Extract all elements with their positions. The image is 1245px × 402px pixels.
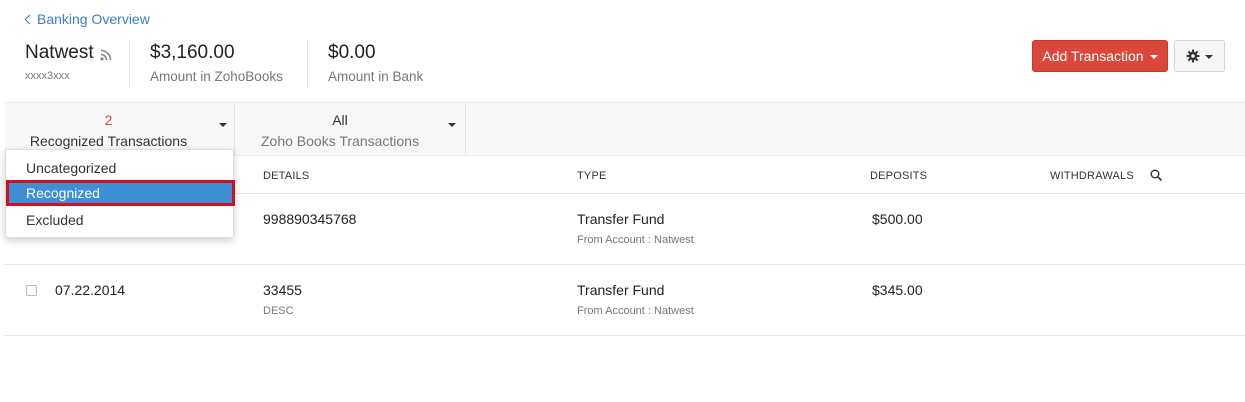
caret-down-icon bbox=[1149, 55, 1158, 59]
row-details: 998890345768 bbox=[263, 211, 357, 227]
amount-zohobooks: $3,160.00 Amount in ZohoBooks bbox=[150, 42, 283, 84]
filter-label: Zoho Books Transactions bbox=[261, 133, 419, 149]
column-header-type: TYPE bbox=[577, 170, 607, 182]
filter-count: 2 bbox=[104, 112, 113, 128]
caret-down-icon[interactable] bbox=[219, 123, 227, 127]
search-icon[interactable] bbox=[1150, 169, 1162, 181]
amount-bank: $0.00 Amount in Bank bbox=[328, 42, 423, 84]
row-type: Transfer Fund bbox=[577, 282, 665, 298]
filter-zoho-books-transactions[interactable]: All Zoho Books Transactions bbox=[235, 103, 445, 155]
column-header-withdrawals: WITHDRAWALS bbox=[1050, 170, 1134, 182]
amount-label: Amount in ZohoBooks bbox=[150, 69, 283, 84]
amount-label: Amount in Bank bbox=[328, 69, 424, 84]
header-divider bbox=[307, 40, 308, 88]
row-deposit: $500.00 bbox=[872, 211, 923, 227]
header-divider bbox=[129, 40, 130, 88]
breadcrumb-back-link[interactable]: Banking Overview bbox=[24, 11, 150, 27]
row-deposit: $345.00 bbox=[872, 282, 923, 298]
account-name: Natwest bbox=[25, 42, 94, 63]
menu-item-recognized[interactable]: Recognized bbox=[6, 180, 235, 206]
row-type-sub: From Account : Natwest bbox=[577, 234, 694, 246]
account-number: xxxx3xxx bbox=[25, 70, 70, 82]
amount-value: $3,160.00 bbox=[150, 42, 235, 63]
row-checkbox[interactable] bbox=[26, 285, 37, 296]
filter-divider bbox=[465, 103, 466, 155]
caret-down-icon[interactable] bbox=[448, 123, 456, 127]
chevron-left-icon bbox=[24, 14, 35, 25]
breadcrumb-label: Banking Overview bbox=[37, 11, 150, 27]
add-transaction-button[interactable]: Add Transaction bbox=[1032, 40, 1168, 72]
row-type: Transfer Fund bbox=[577, 211, 665, 227]
settings-menu-button[interactable] bbox=[1174, 40, 1225, 72]
account-summary: Natwest xxxx3xxx bbox=[25, 42, 112, 82]
add-transaction-label: Add Transaction bbox=[1042, 48, 1144, 64]
filter-label: Recognized Transactions bbox=[29, 133, 188, 149]
gear-icon bbox=[1186, 49, 1200, 63]
row-details: 33455 bbox=[263, 282, 302, 298]
menu-item-uncategorized[interactable]: Uncategorized bbox=[6, 155, 233, 181]
filter-recognized-transactions[interactable]: 2 Recognized Transactions bbox=[5, 103, 212, 155]
account-name-row: Natwest bbox=[25, 42, 112, 64]
rss-feed-icon bbox=[100, 49, 111, 61]
filter-dropdown-menu: Uncategorized Recognized Excluded bbox=[5, 149, 235, 238]
column-header-deposits: DEPOSITS bbox=[870, 170, 928, 182]
caret-down-icon bbox=[1205, 55, 1213, 59]
menu-item-excluded[interactable]: Excluded bbox=[6, 207, 233, 233]
row-details-sub: DESC bbox=[263, 305, 294, 317]
filter-bar: 2 Recognized Transactions All Zoho Books… bbox=[5, 102, 1245, 156]
column-header-details: DETAILS bbox=[263, 170, 310, 182]
row-date: 07.22.2014 bbox=[55, 282, 126, 298]
row-type-sub: From Account : Natwest bbox=[577, 305, 694, 317]
filter-count: All bbox=[332, 112, 348, 128]
amount-value: $0.00 bbox=[328, 42, 376, 63]
table-row[interactable]: 07.22.2014 33455 DESC Transfer Fund From… bbox=[5, 265, 1245, 336]
